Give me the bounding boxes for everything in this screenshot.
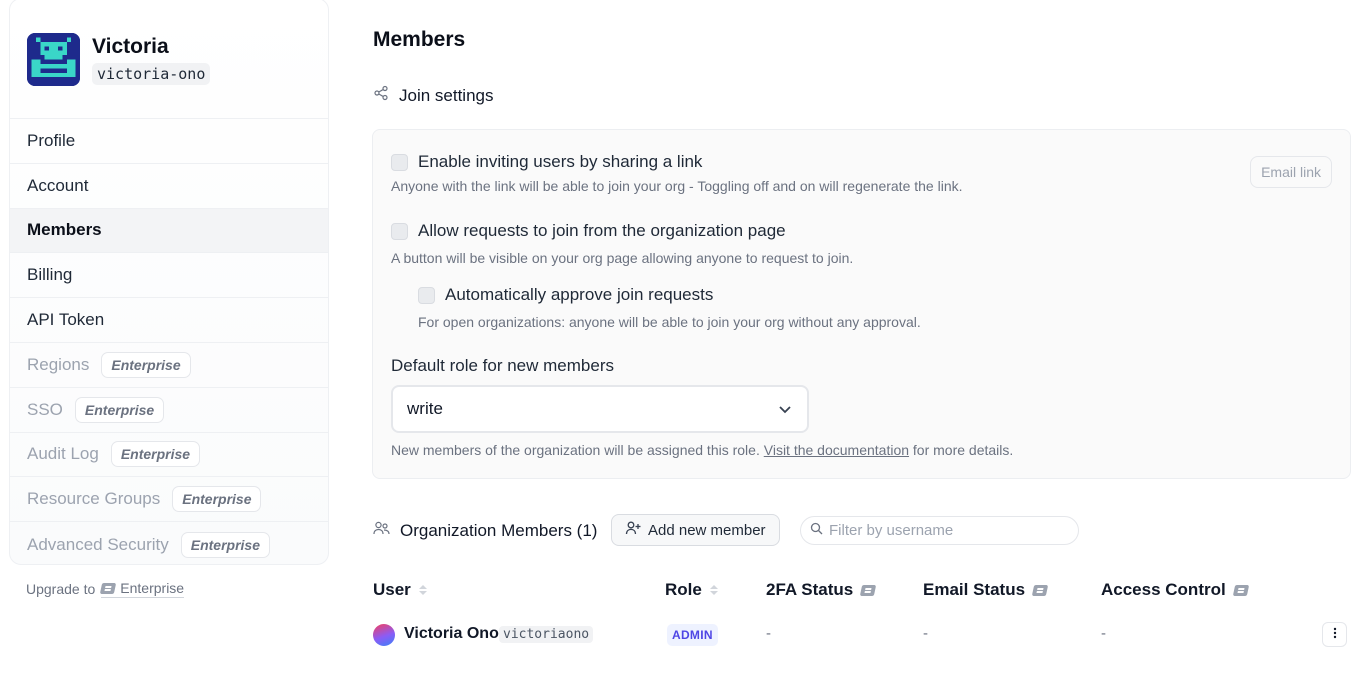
enterprise-badge: Enterprise <box>74 396 165 423</box>
member-email-status: - <box>923 625 928 642</box>
more-vertical-icon <box>1333 626 1337 644</box>
invite-link-checkbox[interactable] <box>391 153 408 171</box>
sidebar-item-label: Profile <box>27 130 76 150</box>
upgrade-enterprise-link[interactable]: Enterprise <box>100 580 185 598</box>
allow-requests-option[interactable]: Allow requests to join from the organiza… <box>391 221 786 241</box>
column-header-label: User <box>373 580 411 599</box>
sidebar-item-resource-groups[interactable]: Resource Groups Enterprise <box>10 477 328 523</box>
default-role-hint: New members of the organization will be … <box>391 442 1013 458</box>
invite-link-option[interactable]: Enable inviting users by sharing a link <box>391 152 702 172</box>
enterprise-badge: Enterprise <box>101 351 191 378</box>
enterprise-badge: Enterprise <box>172 486 262 513</box>
column-header-role[interactable]: Role <box>665 580 718 600</box>
filter-username-input[interactable] <box>829 522 1069 539</box>
sidebar-item-audit-log[interactable]: Audit Log Enterprise <box>10 433 328 478</box>
enterprise-badge: Enterprise <box>180 531 270 558</box>
column-header-label: Email Status <box>923 580 1026 599</box>
default-role-value: write <box>407 399 443 418</box>
org-avatar <box>27 33 80 86</box>
allow-requests-label: Allow requests to join from the organiza… <box>418 221 786 240</box>
email-link-button[interactable]: Email link <box>1250 156 1332 188</box>
default-role-hint-suffix: for more details. <box>912 442 1014 458</box>
filter-box <box>800 516 1079 545</box>
allow-requests-checkbox[interactable] <box>391 222 408 240</box>
chevron-down-icon <box>777 401 793 422</box>
users-icon <box>373 520 390 541</box>
add-member-button[interactable]: Add new member <box>611 514 780 546</box>
upgrade-text: Upgrade to <box>26 581 96 597</box>
sidebar-item-sso[interactable]: SSO Enterprise <box>10 388 328 433</box>
org-handle: victoria-ono <box>92 63 211 85</box>
auto-approve-option[interactable]: Automatically approve join requests <box>418 285 713 305</box>
column-header-label: Access Control <box>1101 580 1226 599</box>
sidebar-item-label: Billing <box>27 265 73 285</box>
enterprise-icon <box>860 584 877 596</box>
auto-approve-hint: For open organizations: anyone will be a… <box>418 314 921 330</box>
member-access-control: - <box>1101 625 1106 642</box>
sort-icon <box>709 585 718 595</box>
settings-nav: Profile Account Members Billing API Toke… <box>10 119 328 564</box>
join-settings-label: Join settings <box>399 85 494 105</box>
member-handle: victoriaono <box>499 626 594 643</box>
enterprise-icon <box>100 582 117 594</box>
sidebar-item-label: SSO <box>27 399 63 419</box>
members-heading: Organization Members (1) <box>373 520 597 541</box>
role-badge[interactable]: ADMIN <box>667 624 718 646</box>
sort-icon <box>418 585 427 595</box>
column-header-access-control: Access Control <box>1101 580 1249 600</box>
sidebar-item-label: API Token <box>27 310 105 330</box>
sidebar-item-label: Regions <box>27 354 90 374</box>
auto-approve-label: Automatically approve join requests <box>445 285 714 304</box>
sidebar-item-account[interactable]: Account <box>10 164 328 209</box>
sidebar-item-api-token[interactable]: API Token <box>10 298 328 343</box>
join-settings-panel: Enable inviting users by sharing a link … <box>372 129 1351 479</box>
sidebar-item-billing[interactable]: Billing <box>10 253 328 299</box>
sidebar-item-members[interactable]: Members <box>10 208 328 254</box>
column-header-label: Role <box>665 580 702 599</box>
auto-approve-checkbox[interactable] <box>418 286 435 304</box>
search-icon <box>810 522 823 539</box>
column-header-2fa: 2FA Status <box>766 580 877 600</box>
add-member-label: Add new member <box>648 521 766 539</box>
org-header: Victoria victoria-ono <box>10 0 328 119</box>
row-actions-button[interactable] <box>1322 622 1347 647</box>
settings-sidebar: Victoria victoria-ono Profile Account Me… <box>9 0 329 565</box>
sidebar-item-label: Resource Groups <box>27 489 161 509</box>
sidebar-item-label: Advanced Security <box>27 534 169 554</box>
enterprise-icon <box>1031 584 1049 596</box>
default-role-hint-text: New members of the organization will be … <box>391 442 760 458</box>
members-heading-label: Organization Members (1) <box>400 520 598 540</box>
upgrade-prompt: Upgrade to Enterprise <box>26 580 185 598</box>
documentation-link[interactable]: Visit the documentation <box>764 442 909 458</box>
column-header-email-status: Email Status <box>923 580 1049 600</box>
enterprise-badge: Enterprise <box>110 441 201 468</box>
add-user-icon <box>625 520 641 540</box>
join-settings-heading: Join settings <box>373 85 494 106</box>
sidebar-item-label: Audit Log <box>27 444 99 464</box>
allow-requests-hint: A button will be visible on your org pag… <box>391 250 854 266</box>
sidebar-item-label: Account <box>27 175 89 195</box>
column-header-user[interactable]: User <box>373 580 427 600</box>
share-icon <box>373 85 389 106</box>
sidebar-item-advanced-security[interactable]: Advanced Security Enterprise <box>10 522 328 564</box>
default-role-label: Default role for new members <box>391 356 614 375</box>
sidebar-item-profile[interactable]: Profile <box>10 119 328 164</box>
invite-link-label: Enable inviting users by sharing a link <box>418 152 703 171</box>
sidebar-item-regions[interactable]: Regions Enterprise <box>10 343 328 388</box>
sidebar-item-label: Members <box>27 220 102 240</box>
org-name: Victoria <box>92 35 169 58</box>
member-2fa-status: - <box>766 625 771 642</box>
default-role-select[interactable]: write <box>391 385 809 433</box>
members-toolbar: Organization Members (1) Add new member <box>372 514 1092 546</box>
enterprise-icon <box>1232 584 1249 596</box>
user-avatar <box>373 624 395 646</box>
invite-link-hint: Anyone with the link will be able to joi… <box>391 178 963 194</box>
upgrade-link-label: Enterprise <box>120 580 185 596</box>
page-title: Members <box>373 28 466 51</box>
column-header-label: 2FA Status <box>766 580 854 599</box>
member-name[interactable]: Victoria Ono <box>404 625 499 643</box>
